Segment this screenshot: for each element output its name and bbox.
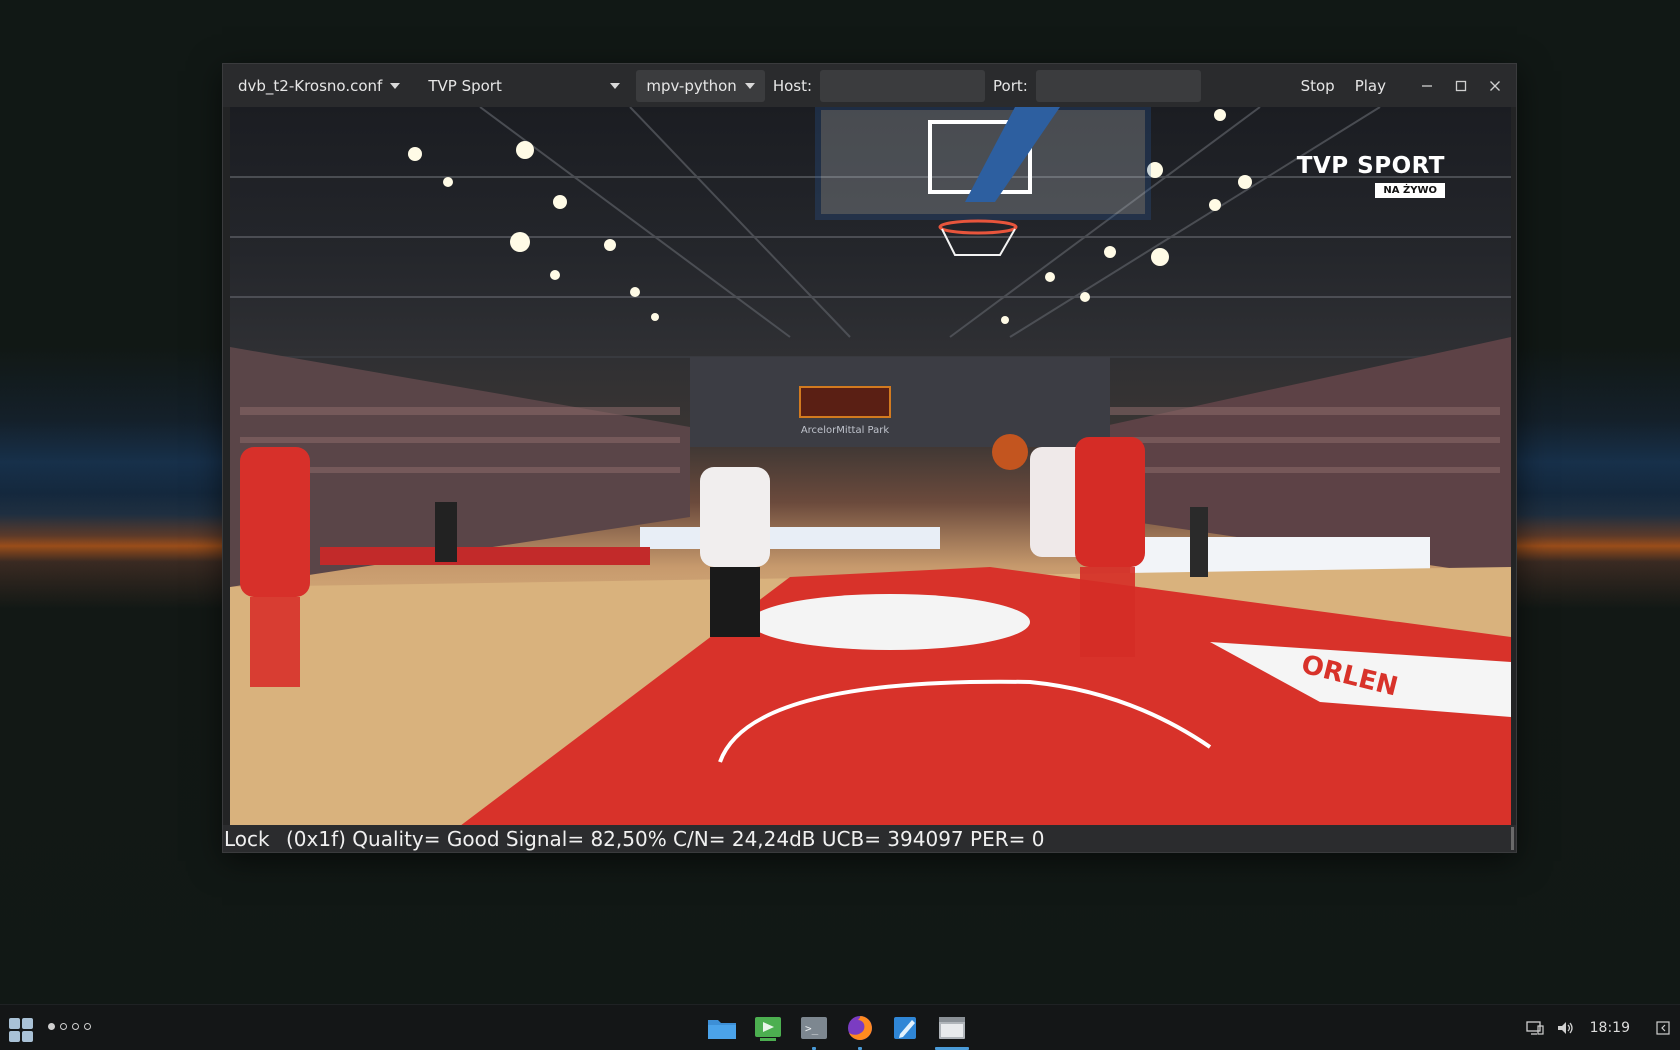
workspace-1[interactable] — [48, 1023, 55, 1030]
firefox-button[interactable] — [844, 1012, 876, 1050]
basket-hoop — [815, 107, 1151, 256]
tvp-logo-title: TVP SPORT — [1296, 153, 1445, 179]
port-input[interactable] — [1035, 69, 1201, 102]
signal-details: (0x1f) Quality= Good Signal= 82,50% C/N=… — [286, 826, 1045, 851]
config-file-combo[interactable]: dvb_t2-Krosno.conf — [228, 70, 410, 102]
system-tray: 18:19 — [1525, 1005, 1680, 1050]
stop-button[interactable]: Stop — [1291, 71, 1345, 101]
text-editor-button[interactable] — [890, 1012, 922, 1044]
basketball-video-frame: ArcelorMittal Park ORLEN — [230, 107, 1511, 826]
start-menu-button[interactable] — [9, 1018, 33, 1042]
close-button[interactable] — [1478, 70, 1512, 102]
tvp-sport-logo: TVP SPORT NA ŻYWO — [1297, 155, 1445, 198]
player-label: mpv-python — [646, 76, 737, 95]
maximize-button[interactable] — [1444, 70, 1478, 102]
channel-label: TVP Sport — [428, 76, 502, 95]
toolbar: dvb_t2-Krosno.conf TVP Sport mpv-python … — [223, 64, 1516, 107]
start-grid-icon — [9, 1018, 20, 1029]
file-manager-button[interactable] — [706, 1012, 738, 1044]
volume-icon[interactable] — [1556, 1020, 1574, 1036]
workspace-switcher[interactable] — [48, 1023, 91, 1030]
workspace-3[interactable] — [72, 1023, 79, 1030]
config-file-label: dvb_t2-Krosno.conf — [238, 76, 383, 95]
channel-combo[interactable]: TVP Sport — [418, 70, 630, 102]
screenshot-icon — [755, 1017, 781, 1041]
svg-text:>_: >_ — [805, 1022, 819, 1035]
start-grid-icon — [22, 1018, 33, 1029]
chevron-down-icon — [744, 82, 755, 89]
chevron-down-icon — [610, 82, 621, 89]
terminal-icon: >_ — [801, 1017, 827, 1039]
lock-status: Lock — [224, 826, 270, 851]
minimize-button[interactable] — [1410, 70, 1444, 102]
firefox-icon — [848, 1016, 872, 1040]
minimize-icon — [1422, 84, 1432, 87]
play-button[interactable]: Play — [1345, 71, 1396, 101]
resize-grip[interactable] — [1511, 827, 1514, 850]
start-grid-icon — [22, 1031, 33, 1042]
arena-sign: ArcelorMittal Park — [801, 425, 890, 436]
player-combo[interactable]: mpv-python — [636, 69, 765, 102]
workspace-2[interactable] — [60, 1023, 67, 1030]
show-desktop-icon[interactable] — [1656, 1020, 1670, 1036]
close-icon — [1490, 80, 1500, 91]
chevron-down-icon — [390, 82, 401, 89]
screenshot-tool-button[interactable] — [752, 1012, 784, 1044]
taskbar: >_ 18:19 — [0, 1004, 1680, 1050]
workspace-4[interactable] — [84, 1023, 91, 1030]
host-input[interactable] — [820, 69, 986, 102]
live-badge: NA ŻYWO — [1375, 183, 1445, 198]
signal-status-bar: Lock (0x1f) Quality= Good Signal= 82,50%… — [223, 825, 1516, 852]
network-icon[interactable] — [1525, 1020, 1544, 1036]
start-grid-icon — [9, 1031, 20, 1042]
tv-player-window: dvb_t2-Krosno.conf TVP Sport mpv-python … — [222, 63, 1517, 853]
video-area[interactable]: ArcelorMittal Park ORLEN TVP SPORT NA ŻY… — [230, 107, 1511, 826]
text-editor-icon — [894, 1017, 916, 1039]
clock[interactable]: 18:19 — [1590, 1020, 1630, 1036]
folder-icon — [708, 1020, 736, 1039]
taskbar-apps: >_ — [706, 1005, 969, 1050]
port-label: Port: — [993, 76, 1028, 95]
window-icon — [939, 1017, 965, 1039]
maximize-icon — [1455, 80, 1467, 91]
tv-player-taskbar-button[interactable] — [935, 1012, 969, 1050]
host-label: Host: — [772, 76, 813, 95]
terminal-button[interactable]: >_ — [798, 1012, 830, 1050]
